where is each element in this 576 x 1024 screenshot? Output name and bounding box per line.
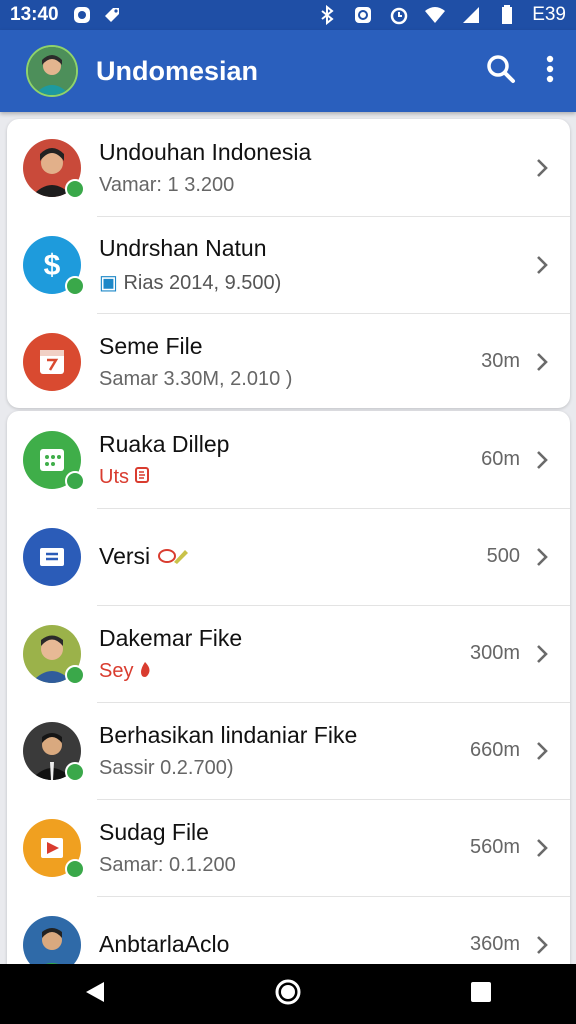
chevron-right-icon	[537, 935, 548, 954]
list-item[interactable]: Sudag File Samar: 0.1.200 560m	[7, 799, 570, 896]
item-subtitle: Sey	[99, 659, 134, 682]
svg-text:$: $	[44, 249, 61, 282]
item-subtitle: Vamar: 1 3.200	[99, 173, 235, 196]
avatar	[23, 624, 85, 685]
profile-avatar[interactable]	[26, 45, 78, 97]
item-title: Ruaka Dillep	[99, 430, 230, 457]
portrait-icon	[23, 915, 81, 971]
sync-badge-icon	[65, 178, 85, 199]
item-title: Sudag File	[99, 818, 209, 845]
system-nav-bar	[0, 964, 576, 1024]
battery-icon	[496, 4, 518, 26]
chevron-right-icon	[537, 838, 548, 857]
app-title: Undomesian	[96, 55, 259, 86]
chevron-right-icon	[537, 547, 548, 566]
list-item[interactable]: Versi 500	[7, 508, 570, 605]
chevron-right-icon	[537, 450, 548, 469]
list-item[interactable]: Dakemar Fike Sey 300m	[7, 605, 570, 702]
recents-icon[interactable]	[470, 981, 492, 1008]
list-item[interactable]: Seme File Samar 3.30M, 2.010 ) 30m	[7, 313, 570, 408]
file-list-card-2: Ruaka Dillep Uts 60m Versi 500 Dakemar F…	[7, 411, 570, 971]
item-subtitle: Samar 3.30M, 2.010 )	[99, 367, 293, 390]
item-title: Undrshan Natun	[99, 234, 267, 261]
avatar	[23, 430, 85, 491]
item-title: Undouhan Indonesia	[99, 138, 312, 165]
item-subtitle: Uts	[99, 465, 129, 488]
edit-icon	[157, 543, 189, 569]
app-bar: Undomesian	[0, 30, 576, 112]
notification-icon	[71, 4, 93, 26]
item-title: Dakemar Fike	[99, 624, 243, 651]
battery-label: E39	[532, 4, 566, 25]
list-item[interactable]: Berhasikan lindaniar Fike Sassir 0.2.700…	[7, 702, 570, 799]
sync-badge-icon	[65, 858, 85, 879]
avatar	[23, 721, 85, 782]
label-icon	[134, 466, 149, 488]
item-duration: 500	[486, 545, 520, 567]
item-title: Berhasikan lindaniar Fike	[99, 721, 358, 748]
item-title: Versi	[99, 543, 151, 569]
sync-badge-icon	[65, 275, 85, 296]
chevron-right-icon	[537, 644, 548, 663]
list-item[interactable]: Undouhan Indonesia Vamar: 1 3.200	[7, 119, 570, 216]
avatar	[23, 332, 81, 391]
item-duration: 660m	[469, 739, 520, 761]
alarm-icon	[388, 4, 410, 26]
item-duration: 30m	[481, 350, 520, 372]
wifi-icon	[424, 4, 446, 26]
search-icon[interactable]	[486, 54, 516, 89]
item-subtitle: Samar: 0.1.200	[99, 853, 236, 876]
avatar	[23, 818, 85, 879]
signal-icon	[460, 4, 482, 26]
list-item[interactable]: AnbtarlaAclo 360m	[7, 896, 570, 971]
avatar	[23, 527, 81, 586]
sync-icon	[352, 4, 374, 26]
list-item[interactable]: $ Undrshan Natun ▣ Rias 2014, 9.500)	[7, 216, 570, 313]
item-subtitle: Sassir 0.2.700)	[99, 756, 234, 779]
item-title: Seme File	[99, 332, 203, 359]
back-icon[interactable]	[84, 980, 106, 1009]
status-bar: 13:40 E39	[0, 0, 576, 30]
portrait-icon	[28, 47, 76, 95]
item-duration: 300m	[469, 642, 520, 664]
chevron-right-icon	[537, 255, 548, 274]
inbox-icon	[23, 527, 81, 586]
avatar	[23, 138, 85, 199]
sync-badge-icon	[65, 761, 85, 782]
chevron-right-icon	[537, 158, 548, 177]
sync-badge-icon	[65, 470, 85, 491]
flame-icon	[139, 660, 151, 682]
file-list-card-1: Undouhan Indonesia Vamar: 1 3.200 $ Undr…	[7, 119, 570, 408]
more-options-icon[interactable]	[546, 55, 554, 88]
avatar	[23, 915, 81, 971]
tag-icon	[101, 4, 123, 26]
item-duration: 560m	[469, 836, 520, 858]
bluetooth-icon	[316, 4, 338, 26]
item-subtitle: Rias 2014, 9.500)	[123, 271, 282, 294]
list-item[interactable]: Ruaka Dillep Uts 60m	[7, 411, 570, 508]
tag-link[interactable]: ▣	[99, 272, 123, 294]
chevron-right-icon	[537, 352, 548, 371]
item-duration: 360m	[469, 933, 520, 955]
sync-badge-icon	[65, 664, 85, 685]
calendar-icon	[23, 332, 81, 391]
status-time: 13:40	[10, 4, 59, 25]
item-duration: 60m	[481, 448, 520, 470]
item-title: AnbtarlaAclo	[99, 931, 230, 957]
home-icon[interactable]	[274, 978, 302, 1011]
chevron-right-icon	[537, 741, 548, 760]
avatar: $	[23, 235, 85, 296]
